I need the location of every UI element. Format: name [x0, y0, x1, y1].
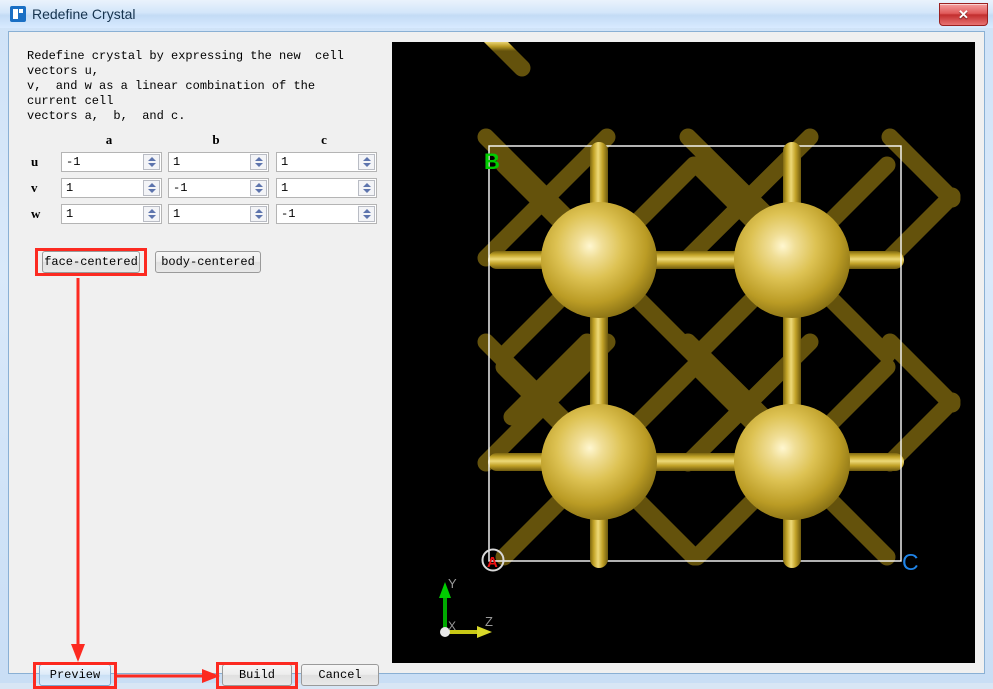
spinner-down-icon[interactable] — [255, 189, 263, 193]
svg-text:A: A — [487, 554, 498, 571]
annotation-arrow-down — [67, 278, 89, 663]
row-label-u: u — [31, 153, 47, 171]
column-header-c: c — [279, 132, 369, 148]
spinner-w-c-value: -1 — [281, 205, 353, 223]
spinner-down-icon[interactable] — [363, 189, 371, 193]
spinner-u-b-value: 1 — [173, 153, 245, 171]
spinner-up-icon[interactable] — [363, 183, 371, 187]
corner-label-c: C — [902, 549, 919, 575]
spinner-w-a-value: 1 — [66, 205, 138, 223]
atom — [541, 202, 657, 318]
spinner-up-icon[interactable] — [363, 209, 371, 213]
spinner-u-c-buttons[interactable] — [358, 154, 375, 170]
atom — [541, 404, 657, 520]
spinner-down-icon[interactable] — [363, 163, 371, 167]
spinner-u-c[interactable]: 1 — [276, 152, 377, 172]
spinner-w-a[interactable]: 1 — [61, 204, 162, 224]
spinner-w-a-buttons[interactable] — [143, 206, 160, 222]
row-label-v: v — [31, 179, 47, 197]
spinner-up-icon[interactable] — [255, 209, 263, 213]
spinner-v-c[interactable]: 1 — [276, 178, 377, 198]
spinner-v-b-buttons[interactable] — [250, 180, 267, 196]
spinner-v-b[interactable]: -1 — [168, 178, 269, 198]
description-text: Redefine crystal by expressing the new c… — [27, 49, 372, 124]
spinner-v-b-value: -1 — [173, 179, 245, 197]
window-title: Redefine Crystal — [32, 4, 136, 24]
spinner-u-a-value: -1 — [66, 153, 138, 171]
spinner-up-icon[interactable] — [363, 157, 371, 161]
spinner-w-c[interactable]: -1 — [276, 204, 377, 224]
spinner-v-a[interactable]: 1 — [61, 178, 162, 198]
spinner-v-c-buttons[interactable] — [358, 180, 375, 196]
dialog-window: Redefine Crystal ✕ Redefine crystal by e… — [0, 0, 993, 683]
atom — [734, 404, 850, 520]
atom — [734, 202, 850, 318]
dialog-client-area: Redefine crystal by expressing the new c… — [8, 31, 985, 674]
crystal-3d-viewport[interactable]: B A C Y Z X — [392, 42, 975, 663]
spinner-u-b-buttons[interactable] — [250, 154, 267, 170]
column-header-a: a — [64, 132, 154, 148]
spinner-w-b-buttons[interactable] — [250, 206, 267, 222]
face-centered-button[interactable]: face-centered — [42, 251, 140, 273]
axis-label-z: Z — [485, 614, 493, 629]
app-icon — [10, 6, 26, 22]
spinner-down-icon[interactable] — [255, 215, 263, 219]
spinner-up-icon[interactable] — [148, 157, 156, 161]
spinner-up-icon[interactable] — [148, 183, 156, 187]
spinner-v-c-value: 1 — [281, 179, 353, 197]
axis-gizmo: Y Z X — [439, 576, 493, 638]
spinner-v-a-buttons[interactable] — [143, 180, 160, 196]
spinner-up-icon[interactable] — [255, 183, 263, 187]
spinner-v-a-value: 1 — [66, 179, 138, 197]
spinner-u-c-value: 1 — [281, 153, 353, 171]
row-label-w: w — [31, 205, 47, 223]
crystal-structure-render: B A C Y Z X — [392, 42, 975, 663]
title-bar: Redefine Crystal ✕ — [0, 0, 993, 28]
spinner-w-b[interactable]: 1 — [168, 204, 269, 224]
spinner-down-icon[interactable] — [148, 163, 156, 167]
close-button[interactable]: ✕ — [939, 3, 988, 26]
close-icon: ✕ — [940, 4, 987, 25]
spinner-w-c-buttons[interactable] — [358, 206, 375, 222]
spinner-up-icon[interactable] — [255, 157, 263, 161]
spinner-up-icon[interactable] — [148, 209, 156, 213]
spinner-u-a-buttons[interactable] — [143, 154, 160, 170]
spinner-down-icon[interactable] — [148, 215, 156, 219]
annotation-arrow-right — [117, 666, 221, 686]
spinner-u-b[interactable]: 1 — [168, 152, 269, 172]
spinner-u-a[interactable]: -1 — [61, 152, 162, 172]
axis-label-y: Y — [448, 576, 457, 591]
body-centered-button[interactable]: body-centered — [155, 251, 261, 273]
spinner-down-icon[interactable] — [255, 163, 263, 167]
axis-label-x: X — [448, 619, 456, 633]
corner-label-b: B — [484, 149, 500, 174]
spinner-down-icon[interactable] — [363, 215, 371, 219]
column-header-b: b — [171, 132, 261, 148]
spinner-w-b-value: 1 — [173, 205, 245, 223]
settings-panel: Redefine crystal by expressing the new c… — [9, 32, 391, 673]
spinner-down-icon[interactable] — [148, 189, 156, 193]
